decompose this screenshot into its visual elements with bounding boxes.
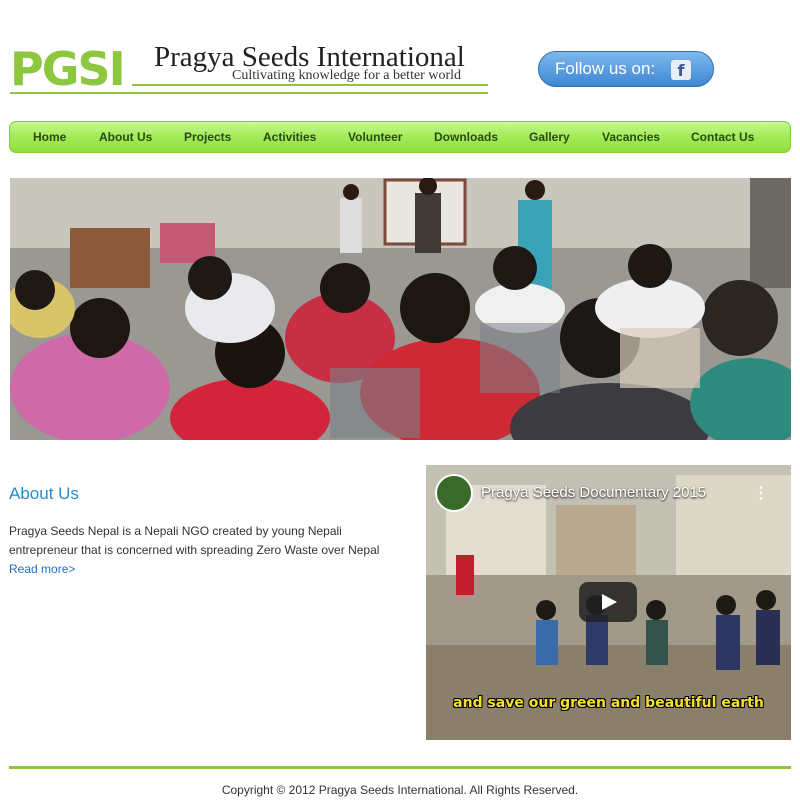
site-tagline: Cultivating knowledge for a better world — [232, 68, 461, 83]
video-player[interactable]: Pragya Seeds Documentary 2015 ⋮ and save… — [426, 465, 791, 740]
video-more-options-icon[interactable]: ⋮ — [753, 483, 769, 503]
about-heading: About Us — [9, 484, 79, 503]
nav-vacancies[interactable]: Vacancies — [602, 122, 660, 152]
nav-gallery[interactable]: Gallery — [529, 122, 570, 152]
footer-divider — [9, 766, 791, 769]
follow-us-button[interactable]: Follow us on: f — [538, 51, 714, 87]
facebook-icon[interactable]: f — [671, 60, 691, 80]
video-title[interactable]: Pragya Seeds Documentary 2015 — [481, 484, 706, 501]
logo-underline-long — [10, 92, 488, 94]
main-nav: Home About Us Projects Activities Volunt… — [9, 121, 791, 153]
footer-copyright: Copyright © 2012 Pragya Seeds Internatio… — [221, 783, 579, 797]
nav-downloads[interactable]: Downloads — [434, 122, 498, 152]
about-text: Pragya Seeds Nepal is a Nepali NGO creat… — [9, 524, 380, 557]
logo-mark: PGSI — [10, 42, 126, 96]
nav-activities[interactable]: Activities — [263, 122, 316, 152]
about-description: Pragya Seeds Nepal is a Nepali NGO creat… — [9, 522, 409, 579]
nav-contact-us[interactable]: Contact Us — [691, 122, 754, 152]
nav-projects[interactable]: Projects — [184, 122, 231, 152]
nav-home[interactable]: Home — [33, 122, 66, 152]
nav-about-us[interactable]: About Us — [99, 122, 152, 152]
video-play-button[interactable] — [579, 582, 637, 622]
hero-photo-illustration — [10, 178, 791, 440]
logo-underline — [132, 84, 488, 86]
read-more-link[interactable]: Read more> — [9, 562, 75, 576]
video-caption: and save our green and beautiful earth — [453, 695, 764, 711]
hero-photo — [10, 178, 791, 440]
follow-label: Follow us on: — [555, 59, 656, 78]
site-logo[interactable]: PGSI Pragya Seeds International Cultivat… — [10, 41, 488, 96]
nav-volunteer[interactable]: Volunteer — [348, 122, 402, 152]
